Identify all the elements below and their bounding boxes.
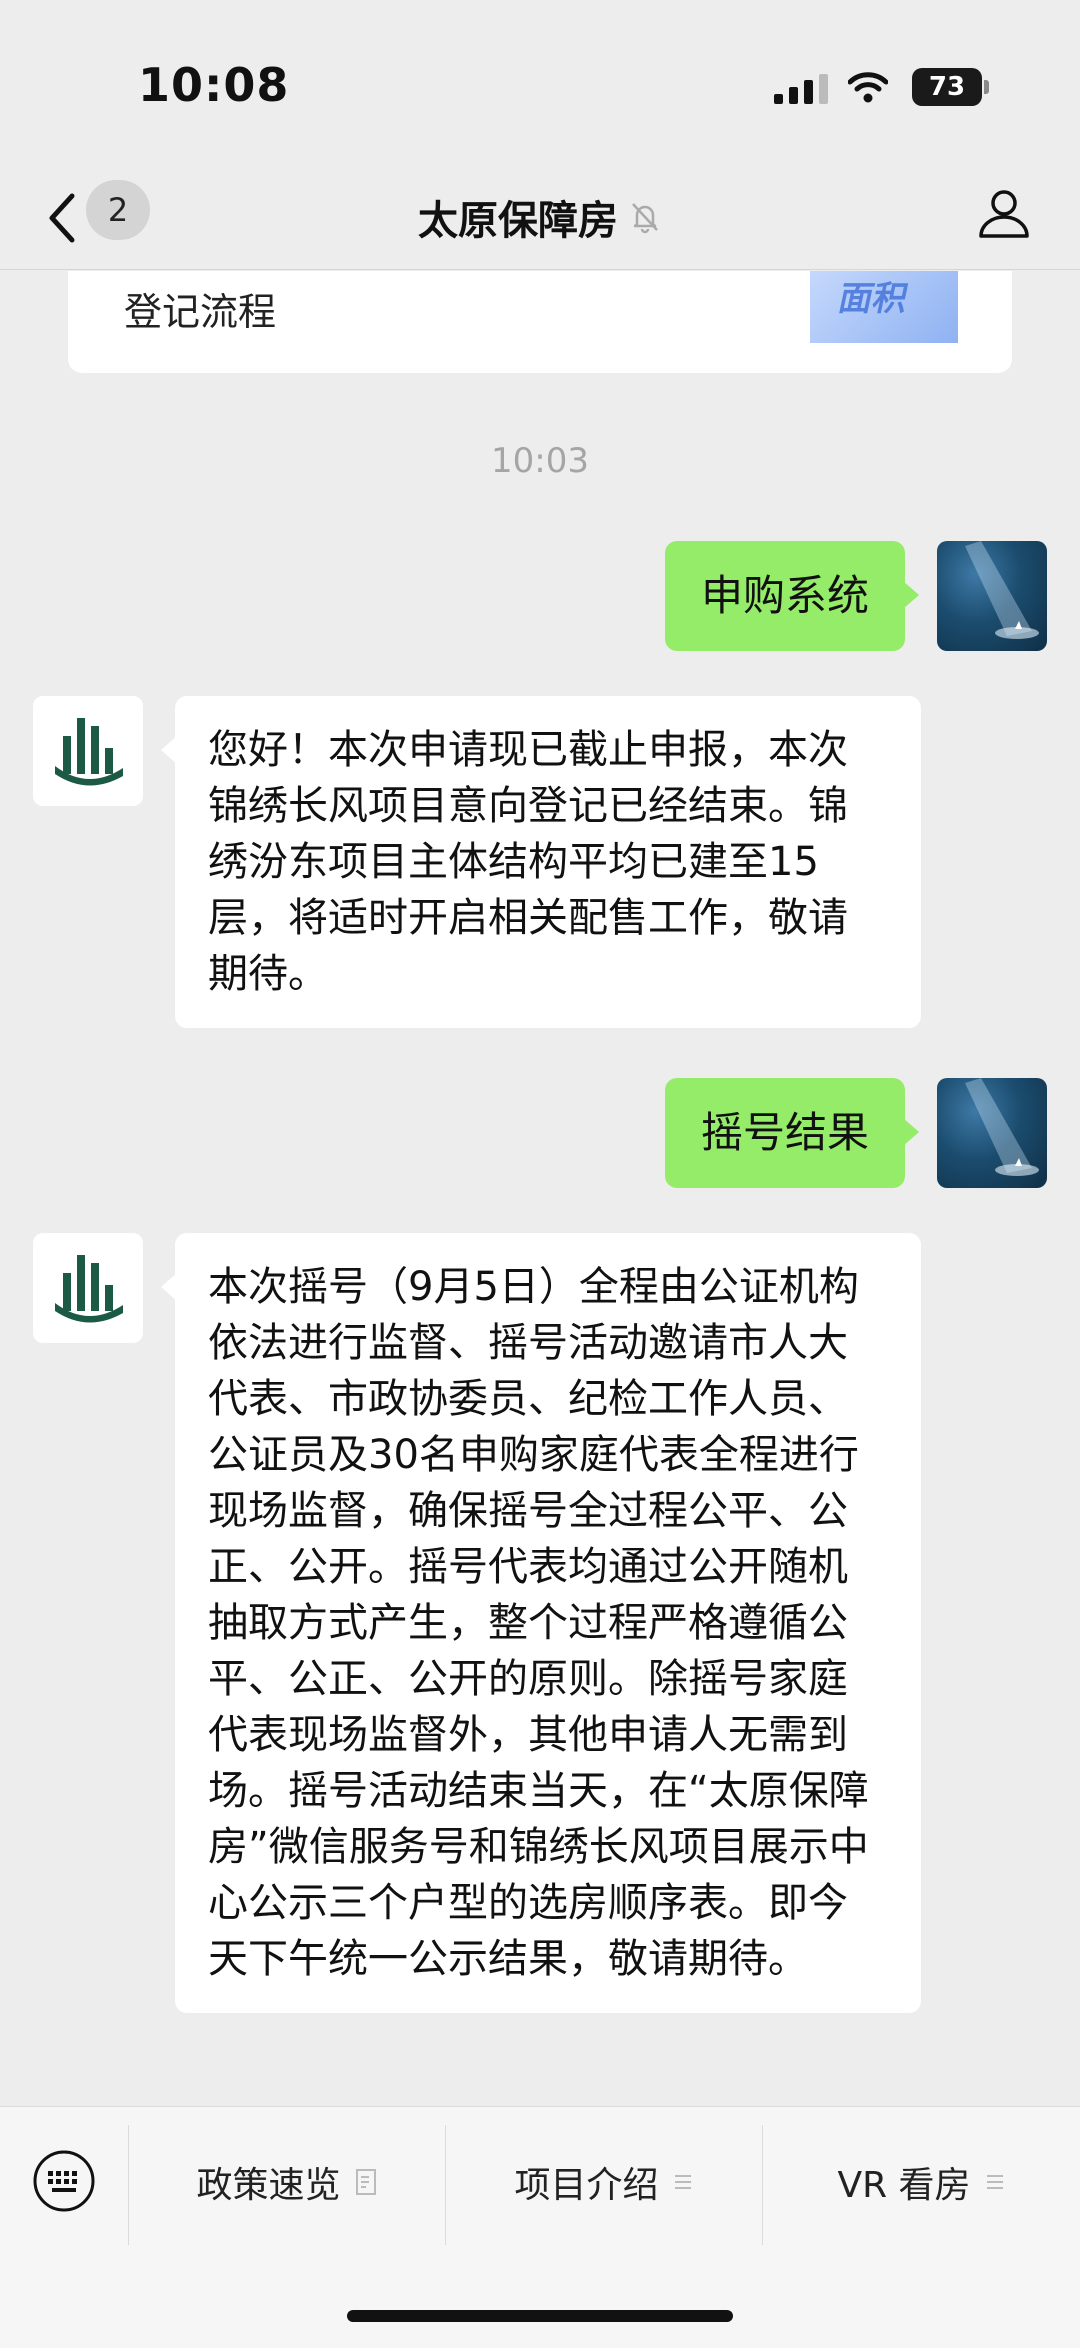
sent-message-text: 摇号结果 [700, 1108, 869, 1157]
battery-level: 73 [912, 68, 982, 106]
wifi-icon [848, 72, 888, 103]
user-avatar[interactable] [937, 541, 1047, 651]
list-icon [674, 2175, 691, 2189]
spotlight-avatar-image [965, 541, 1039, 639]
article-card[interactable]: 登记流程 面积 [68, 271, 1012, 373]
list-icon [986, 2175, 1003, 2189]
status-bar: 10:08 73 [0, 0, 1080, 170]
article-card-thumb-text: 面积 [835, 279, 912, 319]
menu-item-label: VR 看房 [837, 2165, 971, 2206]
building-logo-icon [55, 1255, 123, 1323]
user-avatar[interactable] [937, 1078, 1047, 1188]
muted-bell-icon [632, 203, 658, 234]
received-message-text: 本次摇号（9月5日）全程由公证机构依法进行监督、摇号活动邀请市人大代表、市政协委… [208, 1264, 869, 1982]
battery-tip [984, 80, 989, 94]
article-card-title: 登记流程 [124, 290, 277, 334]
received-message-bubble[interactable]: 本次摇号（9月5日）全程由公证机构依法进行监督、摇号活动邀请市人大代表、市政协委… [161, 1233, 921, 2013]
menu-item-vr-tour[interactable]: VR 看房 [762, 2107, 1080, 2257]
sent-message-bubble[interactable]: 申购系统 [664, 541, 920, 651]
message-timestamp: 10:03 [491, 441, 589, 481]
chat-title: 太原保障房 [0, 188, 1080, 246]
cellular-signal-icon [774, 74, 828, 104]
document-icon [355, 2169, 376, 2195]
official-account-avatar[interactable] [33, 696, 143, 806]
received-message-bubble[interactable]: 您好！本次申请现已截止申报，本次锦绣长风项目意向登记已经结束。锦绣汾东项目主体结… [161, 696, 921, 1028]
article-card-thumbnail: 面积 [810, 271, 958, 343]
building-logo-icon [55, 718, 123, 786]
person-profile-icon[interactable] [976, 184, 1032, 240]
menu-item-label: 项目介绍 [514, 2165, 659, 2206]
menu-item-policy[interactable]: 政策速览 [128, 2107, 445, 2257]
home-indicator[interactable] [347, 2310, 733, 2322]
received-message-text: 您好！本次申请现已截止申报，本次锦绣长风项目意向登记已经结束。锦绣汾东项目主体结… [208, 727, 848, 997]
keyboard-toggle-icon[interactable] [32, 2149, 96, 2213]
spotlight-avatar-image [965, 1078, 1039, 1176]
official-account-avatar[interactable] [33, 1233, 143, 1343]
status-time: 10:08 [138, 58, 290, 112]
menu-item-label: 政策速览 [196, 2165, 341, 2206]
chat-messages: 登记流程 面积 10:03 申购系统 您好！本次申请现已截止申报，本次锦绣长风项… [0, 271, 1080, 2106]
sent-message-bubble[interactable]: 摇号结果 [664, 1078, 920, 1188]
sent-message-text: 申购系统 [700, 571, 869, 620]
menu-item-project-intro[interactable]: 项目介绍 [445, 2107, 762, 2257]
chat-title-text: 太原保障房 [418, 198, 618, 244]
